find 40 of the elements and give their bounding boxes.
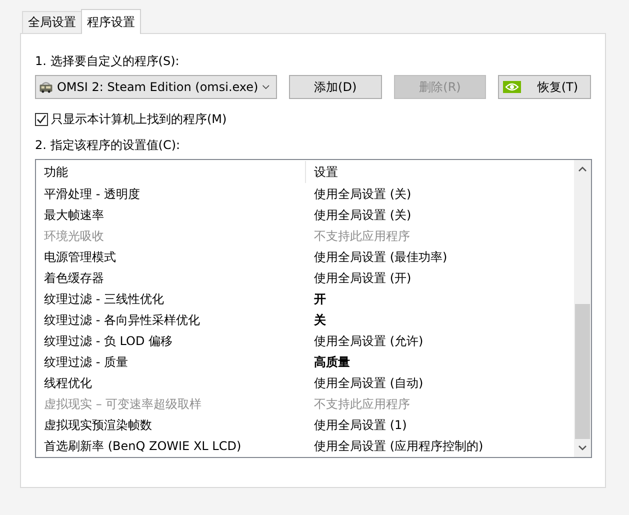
checkbox[interactable] [35, 113, 48, 126]
tab[interactable]: 全局设置 [22, 11, 82, 33]
scrollbar[interactable] [574, 160, 591, 457]
column-header[interactable]: 设置 [306, 161, 574, 183]
feature-cell[interactable]: 纹理过滤 - 质量 [44, 355, 128, 369]
setting-cell[interactable]: 使用全局设置 (开) [314, 271, 412, 285]
scroll-down-icon[interactable] [578, 445, 587, 451]
action-button[interactable]: 恢复(T) [498, 75, 592, 99]
setting-cell[interactable]: 高质量 [314, 355, 350, 369]
setting-cell[interactable]: 使用全局设置 (允许) [314, 334, 424, 348]
program-dropdown[interactable]: OMSI 2: Steam Edition (omsi.exe) [35, 75, 277, 99]
scrollbar-thumb[interactable] [575, 304, 590, 439]
setting-cell[interactable]: 使用全局设置 (最佳功率) [314, 250, 448, 264]
feature-cell[interactable]: 最大帧速率 [44, 208, 104, 222]
step-label: 1. 选择要自定义的程序(S): [35, 53, 180, 70]
feature-cell[interactable]: 纹理过滤 - 负 LOD 偏移 [44, 334, 173, 348]
program-filter-checkbox[interactable]: 只显示本计算机上找到的程序(M) [35, 111, 227, 128]
action-button[interactable]: 添加(D) [289, 75, 382, 99]
eye-logo-icon [503, 81, 522, 93]
tab[interactable]: 程序设置 [81, 9, 141, 34]
feature-cell[interactable]: 电源管理模式 [44, 250, 116, 264]
setting-cell[interactable]: 使用全局设置 (应用程序控制的) [314, 439, 484, 453]
feature-cell[interactable]: 纹理过滤 - 各向异性采样优化 [44, 313, 200, 327]
column-header[interactable]: 功能 [36, 161, 306, 183]
feature-cell[interactable]: 着色缓存器 [44, 271, 104, 285]
setting-cell[interactable]: 使用全局设置 (关) [314, 187, 412, 201]
scroll-up-icon[interactable] [578, 166, 587, 172]
setting-cell[interactable]: 关 [314, 313, 326, 327]
setting-cell[interactable]: 使用全局设置 (自动) [314, 376, 424, 390]
feature-cell[interactable]: 纹理过滤 - 三线性优化 [44, 292, 164, 306]
setting-cell[interactable]: 开 [314, 292, 326, 306]
step-label: 2. 指定该程序的设置值(C): [35, 137, 182, 154]
feature-cell[interactable]: 首选刷新率 (BenQ ZOWIE XL LCD) [44, 439, 242, 453]
setting-cell[interactable]: 使用全局设置 (关) [314, 208, 412, 222]
setting-cell[interactable]: 使用全局设置 (1) [314, 418, 407, 432]
bus-icon [39, 79, 53, 95]
feature-cell[interactable]: 平滑处理 - 透明度 [44, 187, 140, 201]
feature-cell[interactable]: 线程优化 [44, 376, 92, 390]
feature-cell[interactable]: 虚拟现实预渲染帧数 [44, 418, 152, 432]
chevron-down-icon [262, 84, 270, 90]
